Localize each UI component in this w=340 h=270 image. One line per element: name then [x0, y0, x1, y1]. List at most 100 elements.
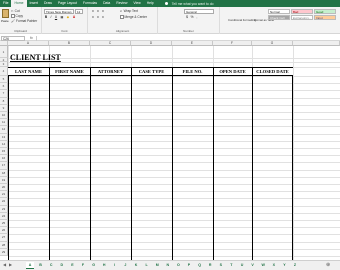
column-header[interactable]: E [172, 41, 213, 46]
paste-button[interactable]: Paste [1, 19, 9, 23]
merge-center-button[interactable]: Merge & Center [120, 15, 147, 19]
column-header[interactable] [293, 41, 340, 46]
row-header[interactable]: 22 [0, 198, 8, 206]
sheet-tab[interactable]: T [227, 262, 235, 269]
align-left-icon[interactable]: ≡ [91, 15, 95, 19]
row-header[interactable]: 25 [0, 220, 8, 228]
tab-home[interactable]: Home [11, 0, 27, 7]
row-header[interactable]: 17 [0, 162, 8, 170]
sheet-tab[interactable]: Q [196, 262, 204, 269]
name-box[interactable]: C26 [1, 35, 25, 41]
worksheet-grid[interactable]: ABCDEFG 1 2 3 4 5 6 7 8 9 10 11 12 13 14 15 16 17 18 19 20 2… [0, 41, 340, 260]
row-header[interactable]: 24 [0, 212, 8, 220]
style-bad[interactable]: Bad [291, 9, 313, 14]
align-center-icon[interactable]: ≡ [96, 15, 100, 19]
row-header[interactable]: 18 [0, 169, 8, 177]
row-header[interactable]: 15 [0, 148, 8, 156]
row-header[interactable]: 20 [0, 184, 8, 192]
sheet-tab[interactable]: Y [280, 262, 288, 269]
tab-page-layout[interactable]: Page Layout [55, 0, 80, 7]
sheet-tab[interactable]: X [270, 262, 278, 269]
percent-icon[interactable]: % [190, 15, 194, 19]
number-format-select[interactable]: General [184, 9, 214, 14]
sheet-tab[interactable]: R [206, 262, 214, 269]
row-header[interactable]: 11 [0, 119, 8, 127]
row-header[interactable]: 21 [0, 191, 8, 199]
sheet-tab[interactable]: P [185, 262, 193, 269]
column-header[interactable]: C [90, 41, 131, 46]
sheet-tab[interactable]: B [37, 262, 45, 269]
sheet-tab[interactable]: E [68, 262, 76, 269]
wrap-text-button[interactable]: ↵ Wrap Text [120, 9, 138, 13]
tab-data[interactable]: Data [100, 0, 113, 7]
sheet-tab[interactable]: M [153, 262, 161, 269]
sheet-tab[interactable]: J [121, 262, 129, 269]
sheet-tab[interactable]: K [132, 262, 140, 269]
font-color-icon[interactable]: A [72, 15, 76, 19]
sheet-tab[interactable]: C [47, 262, 55, 269]
style-normal[interactable]: Normal [268, 9, 290, 14]
comma-icon[interactable]: , [195, 15, 199, 19]
row-header[interactable]: 26 [0, 227, 8, 235]
sheet-tab[interactable]: G [90, 262, 98, 269]
tab-view[interactable]: View [130, 0, 143, 7]
cut-button[interactable]: ✂ Cut [11, 9, 20, 13]
column-header[interactable]: G [252, 41, 293, 46]
tab-insert[interactable]: Insert [27, 0, 41, 7]
row-header[interactable]: 7 [0, 90, 8, 98]
copy-button[interactable]: Copy [11, 14, 23, 18]
row-header[interactable]: 29 [0, 248, 8, 256]
align-middle-icon[interactable]: ≡ [96, 9, 100, 13]
prev-sheet-icon[interactable]: ◀ [3, 262, 6, 267]
format-painter-button[interactable]: 🖌 Format Painter [11, 19, 37, 23]
fill-color-icon[interactable]: ◆ [66, 15, 70, 19]
tab-formulas[interactable]: Formulas [80, 0, 100, 7]
row-header[interactable]: 23 [0, 205, 8, 213]
sheet-tab[interactable]: U [238, 262, 246, 269]
row-header[interactable]: 8 [0, 97, 8, 105]
column-header[interactable]: B [49, 41, 90, 46]
tell-me-search[interactable]: Tell me what you want to do [172, 2, 214, 6]
sheet-tab[interactable]: N [164, 262, 172, 269]
sheet-tab[interactable]: O [174, 262, 182, 269]
sheet-tab[interactable]: S [217, 262, 225, 269]
row-header[interactable]: 5 [0, 76, 8, 84]
row-header[interactable]: 16 [0, 155, 8, 163]
row-header[interactable]: 14 [0, 140, 8, 148]
style-check-cell[interactable]: Check Cell [268, 15, 290, 20]
sheet-tab[interactable]: L [143, 262, 151, 269]
currency-icon[interactable]: $ [185, 15, 189, 19]
sheet-tab[interactable]: F [79, 262, 87, 269]
row-header[interactable]: 19 [0, 176, 8, 184]
row-header[interactable]: 12 [0, 126, 8, 134]
align-top-icon[interactable]: ≡ [91, 9, 95, 13]
sheet-tab[interactable]: Z [291, 262, 299, 269]
align-right-icon[interactable]: ≡ [101, 15, 105, 19]
row-header[interactable]: 1 [0, 46, 8, 58]
style-good[interactable]: Good [314, 9, 336, 14]
row-header[interactable]: 13 [0, 133, 8, 141]
sheet-tab[interactable]: D [58, 262, 66, 269]
formula-input[interactable] [36, 35, 338, 41]
row-header[interactable]: 28 [0, 241, 8, 249]
style-explanatory[interactable]: Explanatory... [291, 15, 313, 20]
sheet-tab[interactable]: V [249, 262, 257, 269]
row-header[interactable]: 4 [0, 67, 8, 76]
sheet-tab[interactable]: H [100, 262, 108, 269]
align-bottom-icon[interactable]: ≡ [101, 9, 105, 13]
italic-button[interactable]: I [49, 15, 53, 19]
underline-button[interactable]: U [54, 15, 58, 19]
font-size-select[interactable]: 12 [75, 9, 83, 14]
row-header[interactable]: 6 [0, 83, 8, 91]
tab-review[interactable]: Review [113, 0, 130, 7]
sheet-tab[interactable]: A [26, 262, 34, 269]
tab-help[interactable]: Help [144, 0, 157, 7]
row-header[interactable]: 27 [0, 234, 8, 242]
borders-icon[interactable]: ▦ [60, 15, 64, 19]
font-name-select[interactable]: Times New Roman [44, 9, 74, 14]
conditional-formatting-button[interactable]: Conditional Formatting [228, 18, 256, 22]
add-sheet-icon[interactable]: ⊕ [326, 262, 330, 268]
tab-draw[interactable]: Draw [41, 0, 55, 7]
column-header[interactable]: D [131, 41, 172, 46]
paste-icon[interactable] [2, 9, 9, 18]
